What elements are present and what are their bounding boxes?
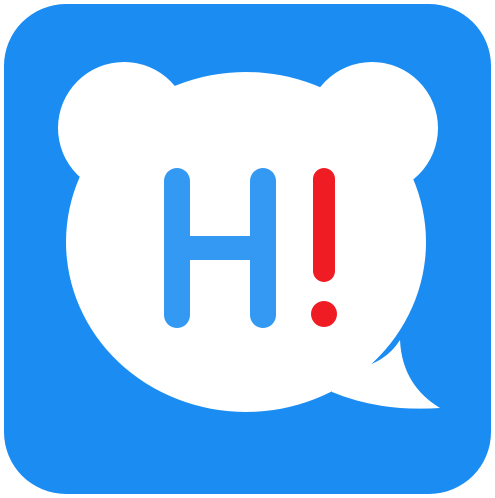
hi-bear-speech-bubble-icon — [4, 4, 491, 494]
app-icon[interactable] — [0, 0, 495, 498]
